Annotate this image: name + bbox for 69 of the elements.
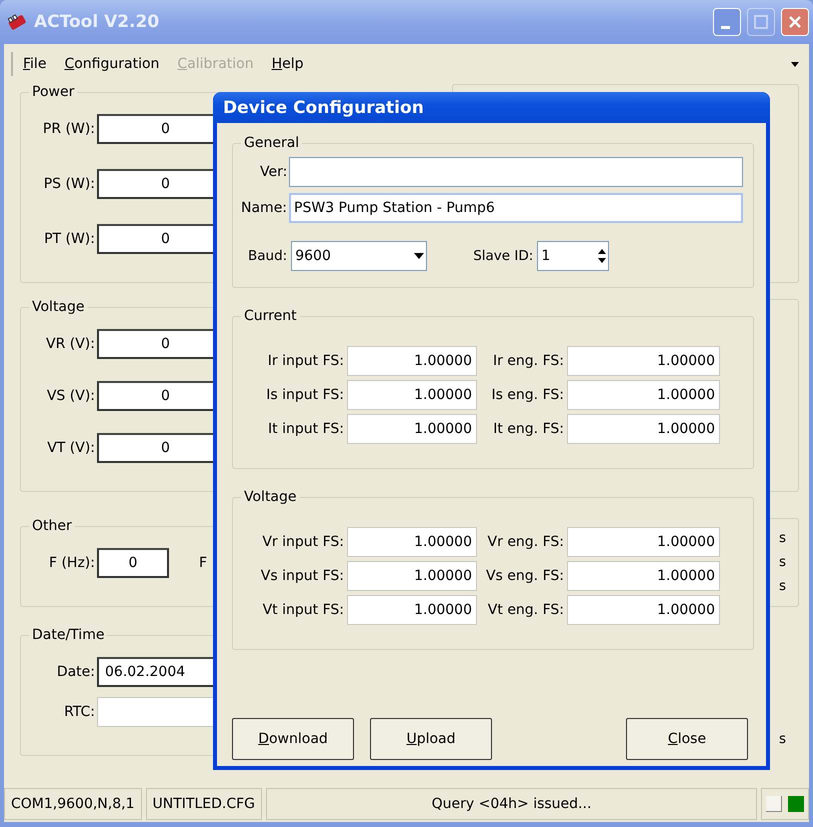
close-button[interactable] xyxy=(781,8,809,36)
spinner-field[interactable]: 1 xyxy=(537,241,610,271)
close-button[interactable]: Close xyxy=(626,718,748,760)
field-label: Date: xyxy=(56,664,95,680)
field-label: F xyxy=(199,555,208,571)
maximize-icon xyxy=(753,14,769,30)
field-label: Vs input FS: xyxy=(260,568,345,584)
value-field[interactable]: 0 xyxy=(97,548,169,578)
input-field[interactable]: 1.00000 xyxy=(347,346,477,376)
input-field[interactable]: 1.00000 xyxy=(567,561,720,591)
field-label: VT (V): xyxy=(46,440,95,456)
input-field[interactable]: 1.00000 xyxy=(567,527,720,557)
input-field[interactable] xyxy=(289,157,743,187)
group-label: Power xyxy=(31,84,76,100)
input-field[interactable]: 1.00000 xyxy=(347,595,477,625)
spin-arrows-icon[interactable] xyxy=(598,248,606,264)
input-field[interactable]: 1.00000 xyxy=(567,380,720,410)
status-panel: Query <04h> issued... xyxy=(266,788,757,820)
group-label: Current xyxy=(243,308,298,324)
baud-dropdown[interactable]: 9600 xyxy=(291,241,428,271)
menu-item[interactable]: File xyxy=(14,54,56,74)
field-label: Vr eng. FS: xyxy=(486,534,565,550)
status-panel: COM1,9600,N,8,1 xyxy=(4,788,142,820)
upload-button[interactable]: Upload xyxy=(370,718,492,760)
field-label: PS (W): xyxy=(42,176,95,192)
field-label: PR (W): xyxy=(42,121,95,137)
field-label: Vr input FS: xyxy=(261,534,345,550)
field-label: It eng. FS: xyxy=(492,421,565,437)
input-field[interactable]: 1.00000 xyxy=(347,380,477,410)
minimize-button[interactable] xyxy=(713,8,741,36)
menu-item[interactable]: Help xyxy=(262,54,313,74)
input-field[interactable]: 1.00000 xyxy=(347,414,477,444)
group-label: Date/Time xyxy=(31,627,106,643)
field-label: s xyxy=(778,578,786,594)
field-label: s xyxy=(778,731,786,747)
group-label: Other xyxy=(31,518,73,534)
field-label: F (Hz): xyxy=(48,555,95,571)
grip-icon xyxy=(10,52,14,76)
field-label: s xyxy=(778,530,786,546)
input-field[interactable]: 1.00000 xyxy=(347,527,477,557)
field-label: Slave ID: xyxy=(473,248,534,264)
chevron-icon[interactable] xyxy=(791,62,799,66)
field-label: Vt eng. FS: xyxy=(486,602,565,618)
menu-item[interactable]: Configuration xyxy=(55,54,168,74)
app-icon xyxy=(6,12,28,32)
group-label: Voltage xyxy=(31,299,86,315)
field-label: Vt input FS: xyxy=(262,602,345,618)
minimize-icon xyxy=(720,26,730,28)
input-field[interactable]: 1.00000 xyxy=(347,561,477,591)
field-label: PT (W): xyxy=(43,231,95,247)
field-label: RTC: xyxy=(63,704,95,720)
input-field[interactable]: 1.00000 xyxy=(567,346,720,376)
field-label: Is eng. FS: xyxy=(490,387,565,403)
input-field[interactable]: 1.00000 xyxy=(567,595,720,625)
field-label: Name: xyxy=(241,200,288,216)
group-label: Voltage xyxy=(243,489,298,505)
close-icon xyxy=(787,14,803,30)
field-label: VR (V): xyxy=(45,336,95,352)
field-label: Vs eng. FS: xyxy=(484,568,565,584)
status-panel: UNTITLED.CFG xyxy=(146,788,262,820)
input-field[interactable]: 1.00000 xyxy=(567,414,720,444)
window-title: ACTool V2.20 xyxy=(34,12,160,32)
field-label: s xyxy=(778,554,786,570)
download-button[interactable]: Download xyxy=(232,718,354,760)
field-label: Ir eng. FS: xyxy=(492,353,565,369)
dialog-title: Device Configuration xyxy=(213,92,770,123)
input-field[interactable]: PSW3 Pump Station - Pump6 xyxy=(289,193,743,223)
caret-icon xyxy=(414,253,424,259)
field-label: VS (V): xyxy=(46,388,95,404)
